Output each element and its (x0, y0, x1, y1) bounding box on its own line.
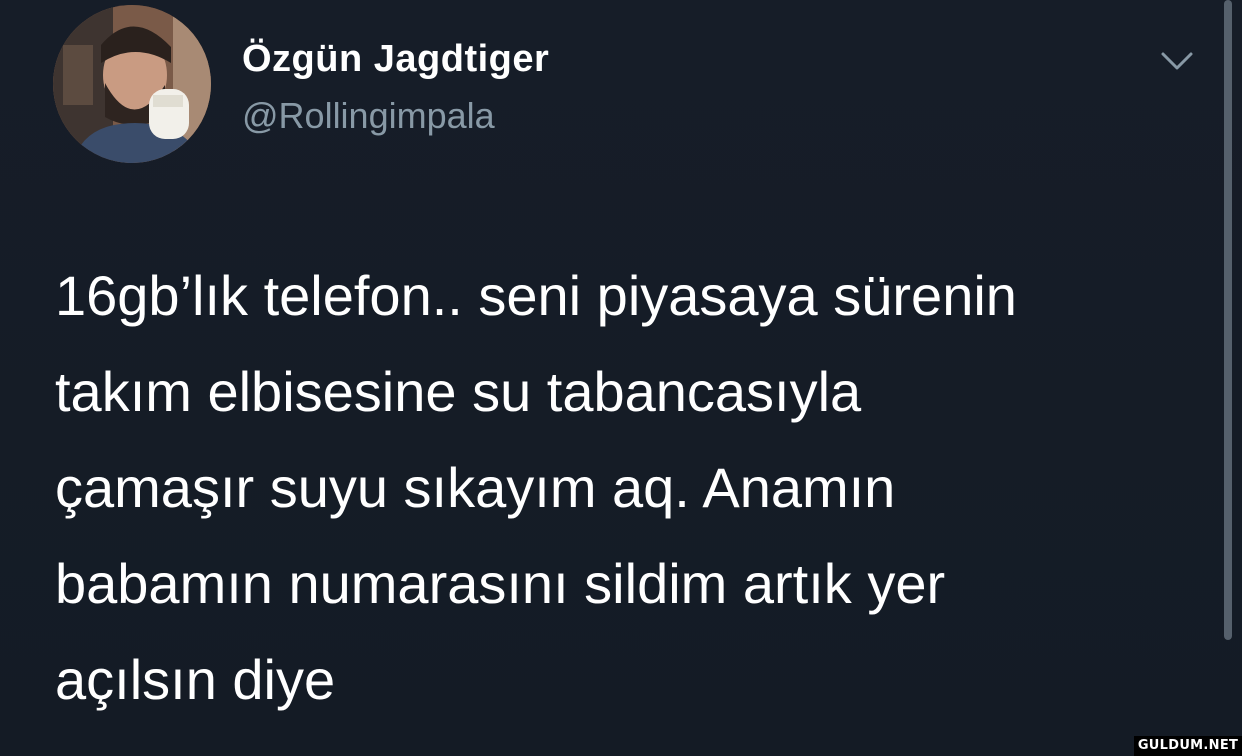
watermark: GULDUM.NET (1134, 736, 1242, 756)
tweet-text: 16gb’lık telefon.. seni piyasaya sürenin… (55, 248, 1195, 728)
user-handle[interactable]: @Rollingimpala (242, 95, 495, 137)
tweet-text-line: babamın numarasını sildim artık yer (55, 552, 946, 615)
tweet-text-line: takım elbisesine su tabancasıyla (55, 360, 862, 423)
avatar[interactable] (53, 5, 211, 163)
avatar-photo-icon (53, 5, 211, 163)
display-name[interactable]: Özgün Jagdtiger (242, 38, 549, 81)
scrollbar[interactable] (1224, 0, 1232, 640)
chevron-down-icon[interactable] (1157, 46, 1197, 74)
tweet-text-line: çamaşır suyu sıkayım aq. Anamın (55, 456, 896, 519)
tweet-text-line: 16gb’lık telefon.. seni piyasaya sürenin (55, 264, 1017, 327)
tweet-card: Özgün Jagdtiger @Rollingimpala 16gb’lık … (0, 0, 1242, 756)
tweet-text-line: açılsın diye (55, 648, 336, 711)
